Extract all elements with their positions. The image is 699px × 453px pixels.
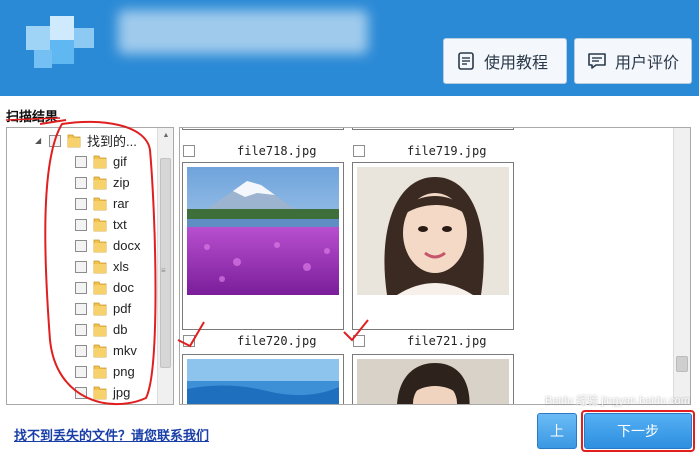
thumbnail-caption[interactable]: file719.jpg xyxy=(353,142,486,160)
tutorial-button-label: 使用教程 xyxy=(484,55,549,72)
tree-checkbox[interactable] xyxy=(75,281,87,294)
thumbnail-filename: file721.jpg xyxy=(407,334,487,348)
comment-icon xyxy=(588,53,606,69)
folder-icon xyxy=(93,302,107,316)
app-header: 使用教程 用户评价 xyxy=(0,0,699,96)
previous-button-label: 上 xyxy=(550,423,564,439)
tree-item-pdf[interactable]: pdf xyxy=(75,298,131,319)
tree-checkbox[interactable] xyxy=(75,386,87,399)
tree-item-xls[interactable]: xls xyxy=(75,256,129,277)
thumbnail-checkbox[interactable] xyxy=(183,335,195,347)
tree-checkbox[interactable] xyxy=(49,134,61,147)
baidu-watermark: Baidu 经验 jingyan.baidu.com xyxy=(545,395,690,407)
thumbnail-caption[interactable]: file720.jpg xyxy=(183,332,316,350)
landscape-image xyxy=(187,167,339,295)
tree-scrollbar[interactable]: ▲ ≡ xyxy=(157,128,173,404)
sea-image xyxy=(187,359,339,404)
thumbnail-tile[interactable] xyxy=(182,354,344,404)
scroll-up-icon[interactable]: ▲ xyxy=(158,128,173,144)
thumbnail-checkbox[interactable] xyxy=(353,145,365,157)
thumbnail-checkbox[interactable] xyxy=(183,145,195,157)
thumbnail-filename: file718.jpg xyxy=(237,144,317,158)
tree-item-doc[interactable]: doc xyxy=(75,277,134,298)
tree-item-label: xls xyxy=(113,259,129,274)
scan-results-title: 扫描结果 xyxy=(6,109,59,124)
tree-item-png[interactable]: png xyxy=(75,361,135,382)
tree-scroll-thumb[interactable] xyxy=(160,158,171,368)
next-step-button-label: 下一步 xyxy=(617,423,659,439)
tree-item-zip[interactable]: zip xyxy=(75,172,130,193)
tutorial-button[interactable]: 使用教程 xyxy=(443,38,567,84)
tree-item-txt[interactable]: txt xyxy=(75,214,127,235)
tree-item-db[interactable]: db xyxy=(75,319,127,340)
tree-checkbox[interactable] xyxy=(75,365,87,378)
tree-item-label: rar xyxy=(113,196,129,211)
tree-item-label: mkv xyxy=(113,343,137,358)
thumbnail-tile[interactable] xyxy=(182,162,344,330)
thumbnail-tile[interactable] xyxy=(352,354,514,404)
tree-checkbox[interactable] xyxy=(75,176,87,189)
tree-checkbox[interactable] xyxy=(75,344,87,357)
thumbnail-checkbox[interactable] xyxy=(353,335,365,347)
tile-frame-partial xyxy=(352,128,514,130)
tree-item-label: zip xyxy=(113,175,130,190)
tree-checkbox[interactable] xyxy=(75,302,87,315)
tile-frame-partial xyxy=(182,128,344,130)
tree-item-jpg[interactable]: jpg xyxy=(75,382,130,403)
tree-checkbox[interactable] xyxy=(75,218,87,231)
thumbnail-filename: file720.jpg xyxy=(237,334,317,348)
folder-icon xyxy=(93,323,107,337)
portrait-image xyxy=(357,359,509,404)
portrait-image xyxy=(357,167,509,295)
thumbnail-filename: file719.jpg xyxy=(407,144,487,158)
tree-item-gif[interactable]: gif xyxy=(75,151,127,172)
folder-icon xyxy=(93,197,107,211)
tree-item-label: jpg xyxy=(113,385,131,400)
thumbnail-caption[interactable]: file721.jpg xyxy=(353,332,486,350)
tree-item-label: docx xyxy=(113,238,141,253)
folder-icon xyxy=(93,176,107,190)
thumbnail-tile[interactable] xyxy=(352,162,514,330)
tree-item-label: gif xyxy=(113,154,127,169)
thumbnail-scrollbar[interactable] xyxy=(673,128,690,404)
tree-checkbox[interactable] xyxy=(75,260,87,273)
collapse-arrow-icon[interactable]: ◢ xyxy=(35,136,45,145)
tree-checkbox[interactable] xyxy=(75,239,87,252)
thumbnail-scroll-thumb[interactable] xyxy=(676,356,688,372)
folder-icon xyxy=(93,239,107,253)
tree-item-docx[interactable]: docx xyxy=(75,235,140,256)
tree-item-label: pdf xyxy=(113,301,132,316)
thumbnail-grid[interactable]: file718.jpg file719.jpg file720.jpg file… xyxy=(179,127,691,405)
app-title-blurred xyxy=(118,10,368,54)
tree-item-mkv[interactable]: mkv xyxy=(75,340,137,361)
app-logo-blurred xyxy=(22,10,102,76)
file-type-tree[interactable]: ◢ 找到的... gif zip rar txt docx xls doc pdf db mkv p… xyxy=(6,127,174,405)
scroll-grip-icon: ≡ xyxy=(161,266,166,275)
tree-item-label: png xyxy=(113,364,135,379)
folder-icon xyxy=(67,134,81,148)
tree-root[interactable]: ◢ 找到的... xyxy=(35,130,137,151)
folder-icon xyxy=(93,386,107,400)
contact-us-link[interactable]: 找不到丢失的文件？请您联系我们 xyxy=(14,425,209,444)
user-review-button-label: 用户评价 xyxy=(615,55,680,72)
thumbnail-caption[interactable]: file718.jpg xyxy=(183,142,316,160)
tree-item-label: db xyxy=(113,322,128,337)
tree-item-label: doc xyxy=(113,280,134,295)
folder-icon xyxy=(93,281,107,295)
tree-checkbox[interactable] xyxy=(75,155,87,168)
tree-item-rar[interactable]: rar xyxy=(75,193,129,214)
user-review-button[interactable]: 用户评价 xyxy=(574,38,692,84)
tree-root-label: 找到的... xyxy=(87,134,137,149)
folder-icon xyxy=(93,365,107,379)
tree-checkbox[interactable] xyxy=(75,323,87,336)
tree-checkbox[interactable] xyxy=(75,197,87,210)
folder-icon xyxy=(93,344,107,358)
tree-item-label: txt xyxy=(113,217,127,232)
folder-icon xyxy=(93,260,107,274)
folder-icon xyxy=(93,155,107,169)
document-icon xyxy=(458,52,474,70)
folder-icon xyxy=(93,218,107,232)
